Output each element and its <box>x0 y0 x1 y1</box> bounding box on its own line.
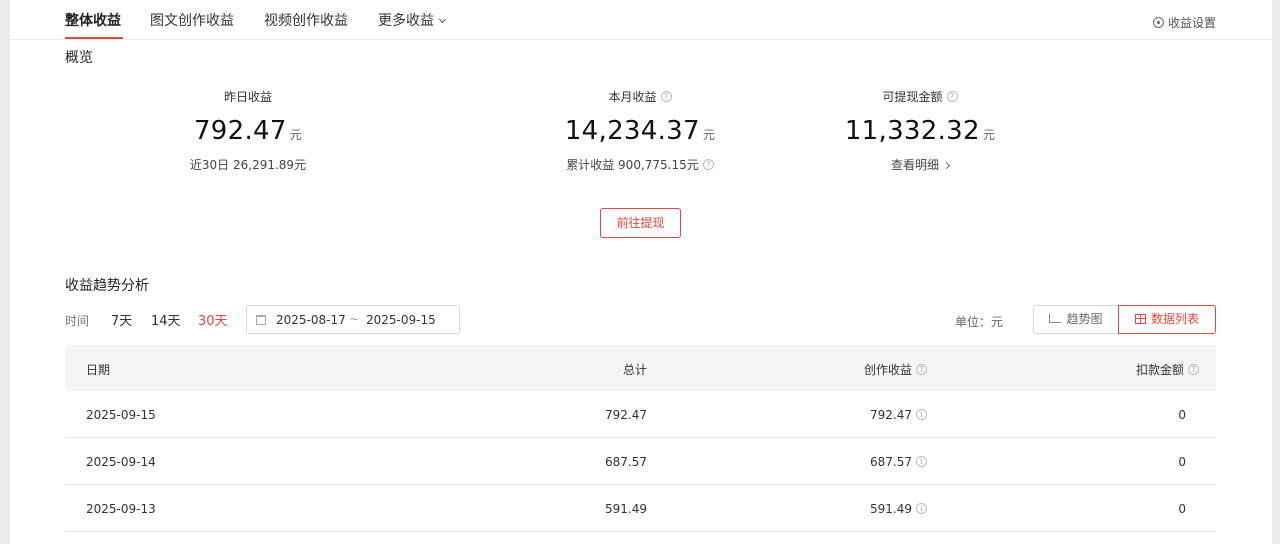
earnings-settings-label: 收益设置 <box>1167 16 1216 30</box>
table-row: 2025-09-14 687.57 687.57 i 0 <box>65 438 1216 485</box>
active-tab-indicator <box>65 37 123 39</box>
cell-creation: 792.47 i <box>870 408 927 422</box>
tab-video-earnings[interactable]: 视频创作收益 <box>264 10 348 30</box>
cell-total: 792.47 <box>605 408 647 422</box>
overview-title: 概览 <box>65 50 93 66</box>
earnings-settings-link[interactable]: 收益设置 <box>1152 14 1216 31</box>
stat-yesterday-label: 昨日收益 <box>223 90 272 104</box>
view-details-label: 查看明细 <box>890 158 939 172</box>
header-date: 日期 <box>86 363 111 377</box>
stat-withdrawable-unit: 元 <box>982 128 996 142</box>
stat-cumulative-sub: 累计收益 900,775.15元 <box>566 158 699 172</box>
cell-creation-value: 591.49 <box>870 502 912 516</box>
unit-label: 单位：元 <box>955 315 1004 329</box>
range-7-days[interactable]: 7天 <box>111 310 132 329</box>
stat-month-value-row: 14,234.37 元 <box>520 115 760 147</box>
stat-yesterday: 昨日收益 792.47 元 近30日 26,291.89元 <box>143 89 353 173</box>
cell-date: 2025-09-14 <box>86 455 156 469</box>
data-list-button[interactable]: 数据列表 <box>1118 305 1216 334</box>
stat-month-label: 本月收益 <box>608 90 657 104</box>
cell-total: 687.57 <box>605 455 647 469</box>
header-deduction: 扣款金额? <box>1136 361 1199 378</box>
stat-yesterday-value-row: 792.47 元 <box>143 115 353 147</box>
tab-overall-earnings[interactable]: 整体收益 <box>65 10 121 30</box>
date-range-picker[interactable]: 2025-08-17 ~ 2025-09-15 <box>246 305 460 334</box>
table-row: 2025-09-13 591.49 591.49 i 0 <box>65 485 1216 532</box>
stat-withdrawable-label-row: 可提现金额? <box>805 89 1035 105</box>
stat-month: 本月收益? 14,234.37 元 累计收益 900,775.15元? <box>520 89 760 173</box>
stat-month-label-row: 本月收益? <box>520 89 760 105</box>
data-list-label: 数据列表 <box>1150 312 1199 326</box>
time-label: 时间 <box>65 314 90 328</box>
cell-deduction: 0 <box>1178 455 1186 469</box>
tab-more-label: 更多收益 <box>378 13 434 29</box>
cell-deduction: 0 <box>1178 502 1186 516</box>
cell-creation-value: 687.57 <box>870 455 912 469</box>
stat-withdrawable-label: 可提现金额 <box>882 90 943 104</box>
help-icon[interactable]: ? <box>946 91 958 102</box>
range-30-days[interactable]: 30天 <box>198 310 228 329</box>
range-14-days[interactable]: 14天 <box>151 310 181 329</box>
earnings-panel: 整体收益 图文创作收益 视频创作收益 更多收益 收益设置 概览 昨日收益 792… <box>10 0 1272 544</box>
stat-withdrawable-value: 11,332.32 <box>844 116 980 146</box>
cell-creation-value: 792.47 <box>870 408 912 422</box>
help-icon[interactable]: ? <box>702 159 714 170</box>
info-icon[interactable]: i <box>916 409 927 420</box>
stat-withdrawable: 可提现金额? 11,332.32 元 查看明细 <box>805 89 1035 173</box>
help-icon[interactable]: ? <box>660 91 672 102</box>
stat-cumulative-row: 累计收益 900,775.15元? <box>520 157 760 173</box>
table-row: 2025-09-15 792.47 792.47 i 0 <box>65 391 1216 438</box>
header-total: 总计 <box>622 363 647 377</box>
cell-creation: 687.57 i <box>870 455 927 469</box>
date-end: 2025-09-15 <box>366 313 436 327</box>
cell-deduction: 0 <box>1178 408 1186 422</box>
header-deduction-label: 扣款金额 <box>1135 363 1184 377</box>
calendar-icon <box>256 315 266 325</box>
header-creation-label: 创作收益 <box>863 363 912 377</box>
view-details-link[interactable]: 查看明细 <box>805 157 1035 173</box>
line-chart-icon <box>1049 314 1062 323</box>
stat-yesterday-unit: 元 <box>289 128 303 142</box>
header-creation-earnings: 创作收益? <box>864 361 927 378</box>
trend-chart-button[interactable]: 趋势图 <box>1033 305 1119 334</box>
stat-last30-sub: 近30日 26,291.89元 <box>189 158 307 172</box>
date-start: 2025-08-17 <box>276 313 346 327</box>
stat-yesterday-value: 792.47 <box>193 116 287 146</box>
withdraw-button[interactable]: 前往提现 <box>600 208 681 238</box>
chevron-down-icon <box>438 15 447 24</box>
info-icon[interactable]: i <box>916 456 927 467</box>
cell-date: 2025-09-15 <box>86 408 156 422</box>
table-header: 日期 总计 创作收益? 扣款金额? <box>65 345 1216 391</box>
cell-creation: 591.49 i <box>870 502 927 516</box>
trend-title: 收益趋势分析 <box>65 278 149 294</box>
date-separator: ~ <box>349 312 360 326</box>
cell-date: 2025-09-13 <box>86 502 156 516</box>
tab-bar: 整体收益 图文创作收益 视频创作收益 更多收益 收益设置 <box>10 0 1272 40</box>
tab-more-earnings[interactable]: 更多收益 <box>378 10 447 30</box>
chevron-right-icon <box>942 161 951 170</box>
tab-article-earnings[interactable]: 图文创作收益 <box>150 10 234 30</box>
earnings-table: 日期 总计 创作收益? 扣款金额? 2025-09-15 792.47 792.… <box>65 345 1216 532</box>
info-icon[interactable]: i <box>916 503 927 514</box>
help-icon[interactable]: ? <box>916 364 927 375</box>
cell-total: 591.49 <box>605 502 647 516</box>
trend-chart-label: 趋势图 <box>1066 312 1103 326</box>
stat-withdrawable-value-row: 11,332.32 元 <box>805 115 1035 147</box>
stat-month-value: 14,234.37 <box>564 116 700 146</box>
gear-icon <box>1152 17 1164 28</box>
table-icon <box>1134 314 1146 324</box>
help-icon[interactable]: ? <box>1188 364 1199 375</box>
stat-month-unit: 元 <box>702 128 716 142</box>
